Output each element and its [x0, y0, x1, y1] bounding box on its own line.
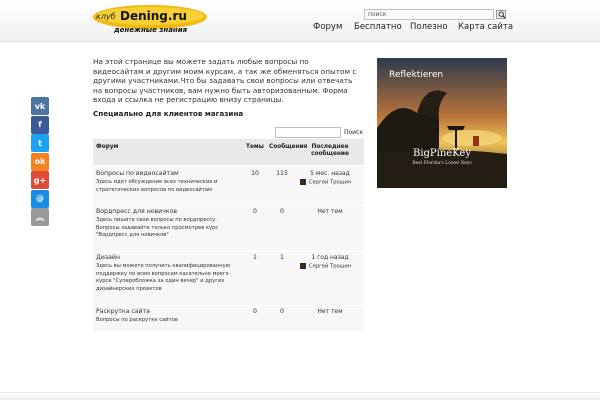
table-row: Раскрутка сайта Вопросы по раскрутке сай… — [93, 305, 364, 331]
topics-count: 10 — [251, 170, 259, 177]
svg-text:клуб: клуб — [96, 12, 116, 21]
posts-count: 0 — [280, 308, 284, 315]
nav-forum[interactable]: Форум — [313, 22, 342, 34]
mail-share-icon[interactable]: @ — [31, 189, 49, 208]
nav-useful[interactable]: Полезно — [410, 22, 448, 34]
forum-description: Здесь пишите свои вопросы по вордпрессу.… — [96, 217, 219, 239]
forum-name-link[interactable]: Раскрутка сайта — [96, 308, 150, 315]
site-search-button[interactable] — [496, 10, 506, 19]
ad-title: Reflektieren — [389, 70, 444, 80]
svg-text:Dening.ru: Dening.ru — [120, 9, 187, 23]
header-topics: Темы — [246, 144, 264, 150]
google-plus-share-icon[interactable]: g+ — [31, 171, 49, 189]
site-search-input[interactable]: поиск — [364, 9, 494, 20]
topics-count: 1 — [253, 254, 257, 261]
intro-text: На этой странице вы можете задать любые … — [93, 57, 357, 105]
posts-count: 115 — [276, 170, 288, 177]
search-icon — [498, 11, 506, 19]
site-logo[interactable]: клуб Dening.ru денежные знания — [92, 4, 208, 34]
table-row: Дизайн Здесь вы можете получить квалифиц… — [93, 251, 364, 305]
forum-search-input[interactable] — [275, 127, 341, 138]
posts-count: 0 — [280, 208, 284, 215]
table-row: Вопросы по видеосайтам Здесь идет обсужд… — [93, 165, 364, 205]
odnoklassniki-share-icon[interactable]: ok — [31, 152, 49, 171]
avatar — [300, 263, 306, 269]
svg-text:денежные знания: денежные знания — [113, 26, 188, 34]
nav-free[interactable]: Бесплатно — [354, 22, 402, 34]
forum-table: Форум Темы Сообщения Последнее сообщение… — [93, 139, 364, 331]
topics-count: 0 — [253, 208, 257, 215]
last-post-user-name[interactable]: Сергей Трошин — [309, 264, 351, 270]
header-forum: Форум — [96, 144, 119, 150]
forum-description: Здесь вы можете получить квалифицированн… — [96, 263, 231, 292]
site-header: клуб Dening.ru денежные знания поиск Фор… — [0, 0, 600, 42]
last-post-user[interactable]: Сергей Трошин — [300, 263, 351, 270]
page-footer — [0, 392, 600, 400]
table-header: Форум Темы Сообщения Последнее сообщение — [93, 139, 364, 165]
forum-name-link[interactable]: Вопросы по видеосайтам — [96, 170, 179, 177]
forum-description: Здесь идет обсуждение всех технических и… — [96, 179, 218, 193]
forum-name-link[interactable]: Дизайн — [96, 254, 120, 261]
ad-banner[interactable]: Reflektieren BigPineKey Best Florida's L… — [377, 58, 507, 188]
twitter-share-icon[interactable]: t — [31, 134, 49, 152]
last-post-time: Нет тем — [317, 208, 343, 215]
forum-description: Вопросы по раскрутке сайтов — [96, 317, 178, 323]
ad-subtitle: Best Florida's Lower Keys — [412, 161, 472, 166]
last-post-time[interactable]: 1 год назад — [298, 254, 362, 261]
nav-sitemap[interactable]: Карта сайта — [458, 22, 513, 34]
facebook-share-icon[interactable]: f — [31, 115, 49, 134]
topics-count: 0 — [253, 308, 257, 315]
page: клуб Dening.ru денежные знания поиск Фор… — [0, 0, 600, 400]
forum-search-button[interactable]: Поиск — [342, 127, 365, 138]
last-post-time: Нет тем — [317, 308, 343, 315]
ad-brand: BigPineKey — [412, 148, 471, 159]
header-last-post: Последнее сообщение — [311, 144, 349, 157]
more-share-icon[interactable]: ︽ — [31, 208, 49, 226]
avatar — [300, 179, 306, 185]
posts-count: 1 — [280, 254, 284, 261]
last-post-time[interactable]: 5 мес. назад — [298, 170, 362, 177]
forum-name-link[interactable]: Вордпресс для новичков — [96, 208, 177, 215]
last-post-user[interactable]: Сергей Трошин — [300, 179, 351, 186]
table-row: Вордпресс для новичков Здесь пишите свои… — [93, 205, 364, 251]
last-post-user-name[interactable]: Сергей Трошин — [309, 180, 351, 186]
vk-share-icon[interactable]: vk — [31, 97, 49, 115]
section-title: Специально для клиентов магазина — [93, 109, 244, 118]
